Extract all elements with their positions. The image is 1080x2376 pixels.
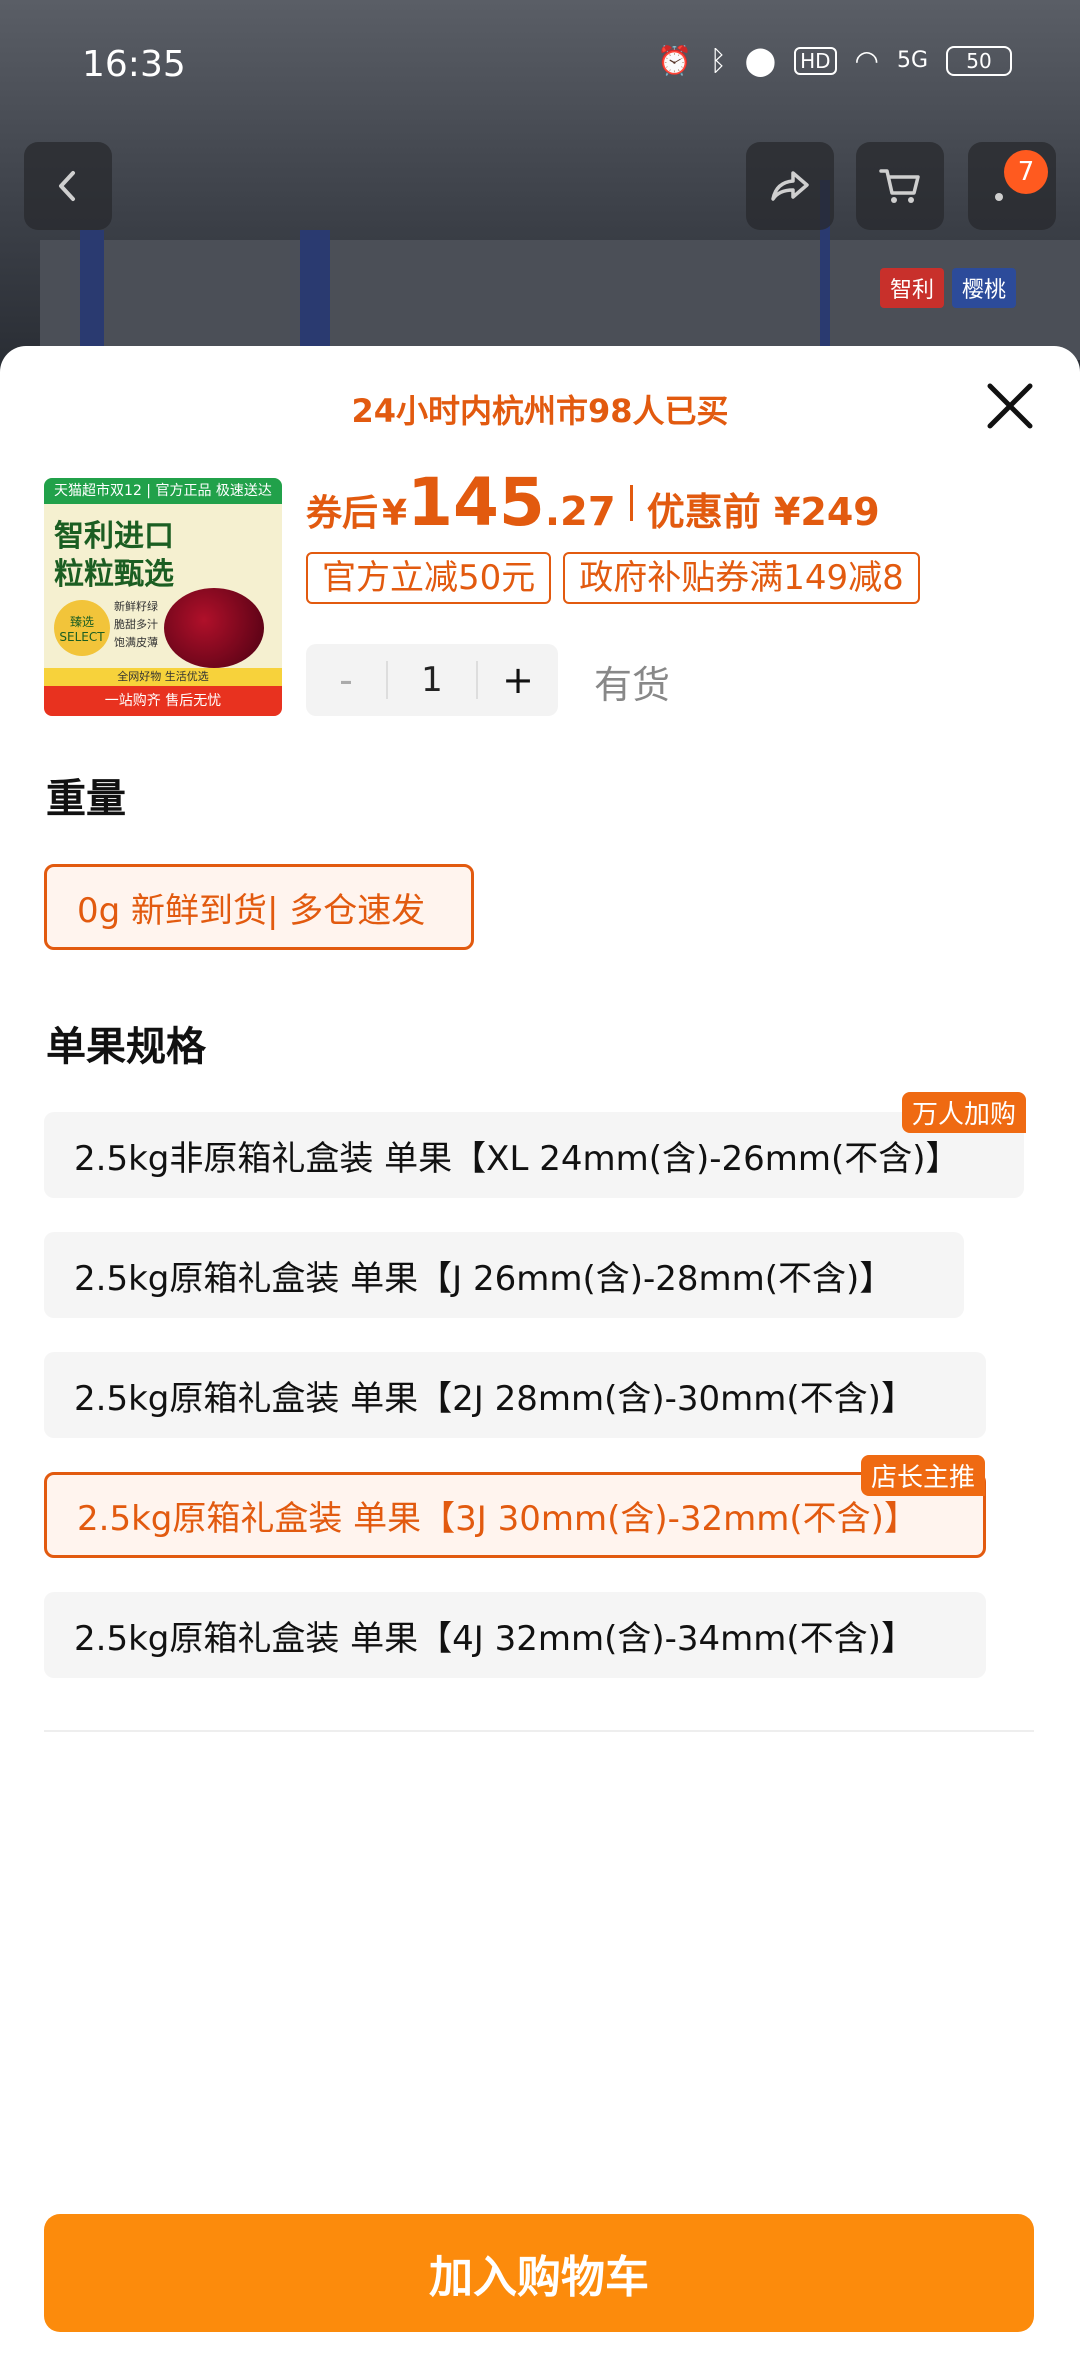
price-row: 券后 ¥ 145 .27 优惠前 ¥249 (306, 464, 880, 541)
back-button[interactable] (24, 142, 112, 230)
signal-icon: 5G (896, 48, 928, 73)
share-icon (771, 171, 809, 201)
increase-quantity-button[interactable]: + (478, 658, 558, 702)
photo-brand-tag: 智利 樱桃 (880, 268, 1080, 308)
status-bar: 16:35 ⏰ ᛒ ⬤ HD ◠ 5G 50 (0, 0, 1080, 130)
coupon-subsidy: 政府补贴券满149减8 (563, 552, 920, 604)
spec-option-label: 2.5kg原箱礼盒装 单果【J 26mm(含)-28mm(不含)】 (74, 1258, 894, 1299)
spec-option-label: 2.5kg原箱礼盒装 单果【3J 30mm(含)-32mm(不含)】 (77, 1498, 918, 1539)
spec-option-3j[interactable]: 2.5kg原箱礼盒装 单果【3J 30mm(含)-32mm(不含)】 店长主推 (44, 1455, 986, 1558)
sku-selector-sheet: 24小时内杭州市98人已买 天猫超市双12 | 官方正品 极速送达 智利进口 粒… (0, 346, 1080, 2376)
decrease-quantity-button[interactable]: - (306, 658, 386, 702)
price-decimal: .27 (544, 489, 616, 535)
location-icon: ⬤ (744, 44, 777, 77)
spec-option-4j[interactable]: 2.5kg原箱礼盒装 单果【4J 32mm(含)-34mm(不含)】 (44, 1592, 986, 1678)
price-separator (629, 484, 633, 521)
status-time: 16:35 (82, 44, 186, 85)
cart-icon (879, 169, 920, 203)
status-icons: ⏰ ᛒ ⬤ HD ◠ 5G 50 (657, 44, 1012, 77)
thumb-features: 新鲜籽绿 脆甜多汁 饱满皮薄 (114, 600, 158, 649)
weight-option[interactable]: 0g 新鲜到货| 多仓速发 (44, 864, 474, 950)
thumb-top-strip: 天猫超市双12 | 官方正品 极速送达 (44, 478, 282, 504)
photo-post (300, 230, 330, 360)
popular-tag: 万人加购 (901, 1092, 1026, 1133)
spec-section-title: 单果规格 (46, 1024, 206, 1070)
currency-symbol: ¥ (382, 493, 408, 534)
alarm-icon: ⏰ (657, 44, 692, 77)
coupon-list: 官方立减50元 政府补贴券满149减8 (306, 552, 920, 604)
weight-option-label: 0g 新鲜到货| 多仓速发 (77, 890, 426, 931)
close-icon[interactable] (980, 376, 1040, 436)
bluetooth-icon: ᛒ (709, 44, 727, 77)
section-divider (44, 1730, 1034, 1732)
spec-option-2j[interactable]: 2.5kg原箱礼盒装 单果【2J 28mm(含)-30mm(不含)】 (44, 1352, 986, 1438)
cherry-image (164, 588, 264, 668)
share-button[interactable] (746, 142, 834, 230)
product-thumbnail[interactable]: 天猫超市双12 | 官方正品 极速送达 智利进口 粒粒甄选 臻选 SELECT … (44, 478, 282, 716)
cart-button[interactable] (856, 142, 944, 230)
coupon-official: 官方立减50元 (306, 552, 552, 604)
spec-option-j[interactable]: 2.5kg原箱礼盒装 单果【J 26mm(含)-28mm(不含)】 (44, 1232, 964, 1318)
hd-icon: HD (794, 46, 837, 75)
quantity-stepper: - 1 + (306, 644, 558, 716)
quantity-value[interactable]: 1 (386, 661, 478, 699)
chevron-left-icon (59, 171, 75, 201)
coupon-price-label: 券后 (306, 493, 379, 534)
weight-section-title: 重量 (46, 776, 126, 822)
message-badge: 7 (1004, 150, 1048, 194)
spec-option-label: 2.5kg原箱礼盒装 单果【4J 32mm(含)-34mm(不含)】 (74, 1618, 915, 1659)
thumb-bottom: 一站购齐 售后无忧 (44, 686, 282, 716)
brand-tag-origin: 智利 (880, 268, 945, 308)
photo-post (80, 230, 104, 360)
brand-tag-product: 樱桃 (952, 268, 1017, 308)
more-button[interactable]: 7 (968, 142, 1056, 230)
spec-option-label: 2.5kg原箱礼盒装 单果【2J 28mm(含)-30mm(不含)】 (74, 1378, 915, 1419)
price-integer: 145 (407, 464, 545, 541)
recommended-tag: 店长主推 (860, 1455, 985, 1496)
spec-option-label: 2.5kg非原箱礼盒装 单果【XL 24mm(含)-26mm(不含)】 (74, 1138, 960, 1179)
spec-option-xl[interactable]: 2.5kg非原箱礼盒装 单果【XL 24mm(含)-26mm(不含)】 万人加购 (44, 1092, 1026, 1198)
wifi-icon: ◠ (854, 44, 879, 77)
stock-status: 有货 (594, 663, 671, 707)
thumb-select-badge: 臻选 SELECT (54, 600, 110, 656)
thumb-stripe: 全网好物 生活优选 (44, 668, 282, 686)
original-price: 优惠前 ¥249 (646, 490, 880, 534)
recent-buyers-text: 24小时内杭州市98人已买 (351, 392, 729, 430)
add-to-cart-button[interactable]: 加入购物车 (44, 2214, 1034, 2332)
battery-icon: 50 (946, 45, 1012, 76)
thumb-headline: 智利进口 粒粒甄选 (54, 519, 174, 592)
